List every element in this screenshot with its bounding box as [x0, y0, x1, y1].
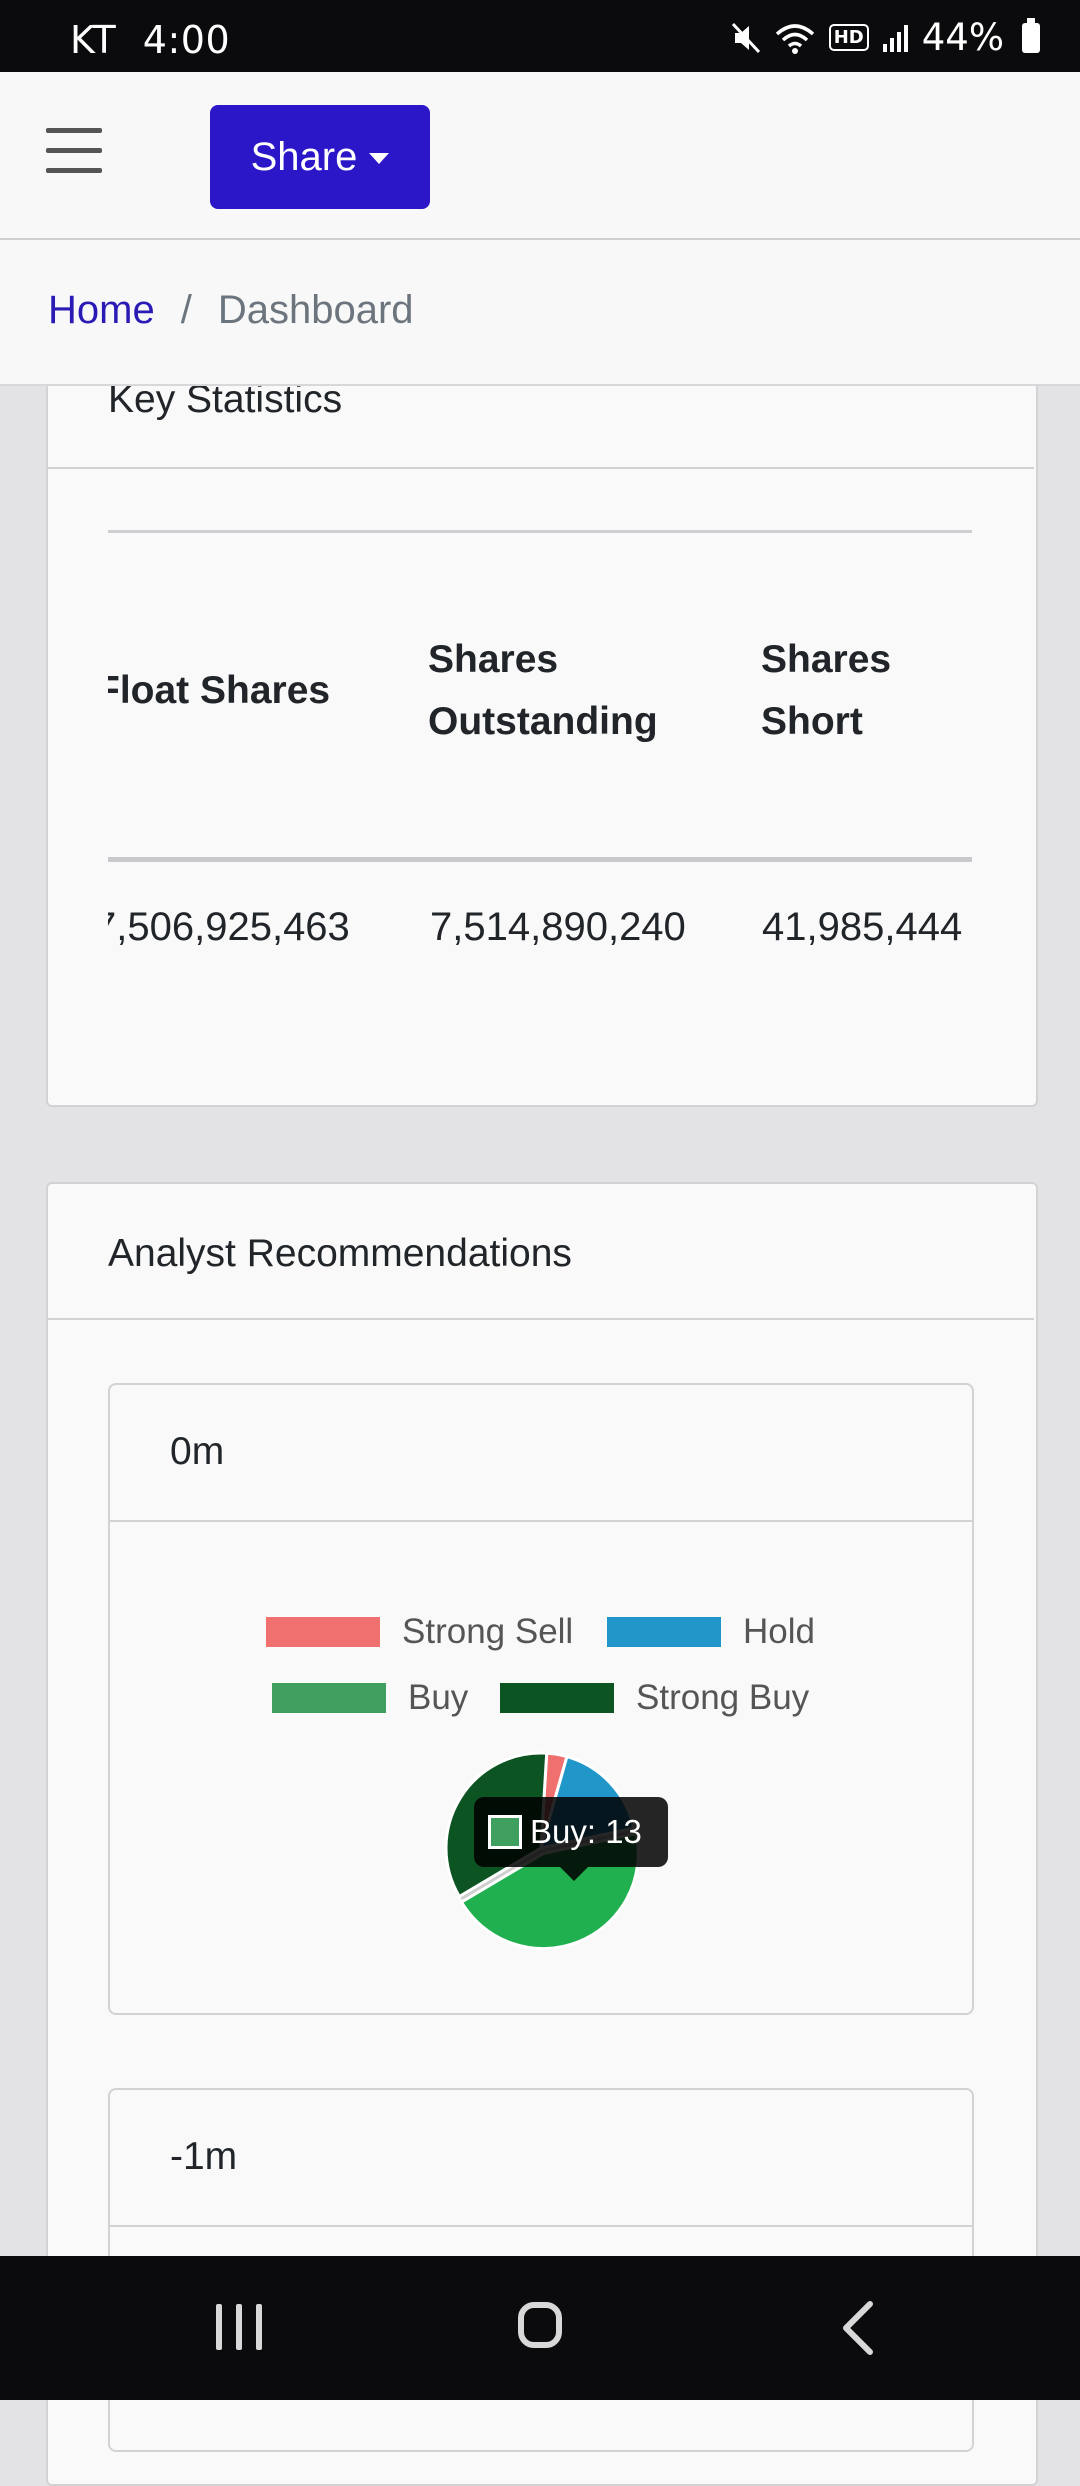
card-header-divider: [46, 1318, 1034, 1320]
table-cell-shares-outstanding: 7,514,890,240: [430, 905, 686, 949]
table-header-shares-short: Shares Short: [761, 638, 892, 743]
back-icon[interactable]: [832, 2298, 888, 2358]
breadcrumb-current: Dashboard: [217, 288, 414, 332]
legend-label: Strong Buy: [636, 1678, 810, 1717]
breadcrumb: Home / Dashboard: [0, 240, 1080, 386]
mute-icon: [731, 22, 760, 53]
tooltip-text: Buy: 13: [530, 1813, 642, 1850]
legend-label: Hold: [743, 1612, 815, 1651]
tooltip-swatch: [488, 1815, 522, 1849]
legend-swatch: [500, 1683, 614, 1713]
status-bar: KT 4:00 HD 44%: [0, 0, 1080, 72]
battery-percent: 44%: [921, 16, 1004, 59]
system-navigation-bar: [0, 2256, 1080, 2400]
status-icons: HD 44%: [731, 16, 1040, 59]
legend-label: Strong Sell: [402, 1612, 574, 1651]
recents-icon[interactable]: [216, 2304, 262, 2350]
breadcrumb-home-link[interactable]: Home: [48, 288, 155, 333]
hd-icon: HD: [828, 24, 869, 51]
card-header-divider: [46, 467, 1034, 469]
period-title: -1m: [170, 2135, 238, 2178]
period-title: 0m: [170, 1430, 225, 1473]
signal-icon: [882, 24, 908, 52]
top-navbar: Share: [0, 72, 1080, 240]
table-header-float-shares: Float Shares: [108, 669, 331, 712]
legend-item-buy[interactable]: Buy: [272, 1678, 468, 1718]
analyst-recommendations-title: Analyst Recommendations: [108, 1232, 572, 1275]
status-left: KT 4:00: [70, 18, 244, 62]
table-top-rule: [108, 530, 972, 533]
key-statistics-table[interactable]: Float Shares Shares Outstanding Shares S…: [108, 530, 972, 1050]
legend-item-strong-buy[interactable]: Strong Buy: [500, 1678, 809, 1718]
chart-tooltip: Buy: 13: [474, 1797, 668, 1881]
legend-swatch: [266, 1617, 380, 1647]
share-button-label: Share: [250, 134, 358, 179]
table-cell-shares-short: 41,985,444: [762, 905, 963, 949]
legend-swatch: [607, 1617, 721, 1647]
home-icon[interactable]: [518, 2302, 562, 2348]
table-header-rule: [108, 857, 972, 862]
caret-down-icon: [369, 152, 390, 164]
breadcrumb-separator: /: [180, 288, 192, 332]
table-header-shares-outstanding: Shares Outstanding: [428, 638, 658, 743]
clock: 4:00: [142, 18, 231, 62]
legend-label: Buy: [408, 1678, 469, 1717]
carrier-label: KT: [70, 18, 117, 62]
period-header-divider: [108, 2225, 974, 2227]
legend-item-strong-sell[interactable]: Strong Sell: [266, 1612, 573, 1652]
period-header-divider: [108, 1520, 974, 1522]
hamburger-icon[interactable]: [46, 128, 102, 174]
share-dropdown-button[interactable]: Share: [210, 105, 430, 209]
battery-icon: [1022, 17, 1040, 53]
table-cell-float-shares: 7,506,925,463: [108, 905, 350, 949]
wifi-icon: [775, 23, 814, 54]
legend-item-hold[interactable]: Hold: [607, 1612, 815, 1652]
legend-swatch: [272, 1683, 386, 1713]
